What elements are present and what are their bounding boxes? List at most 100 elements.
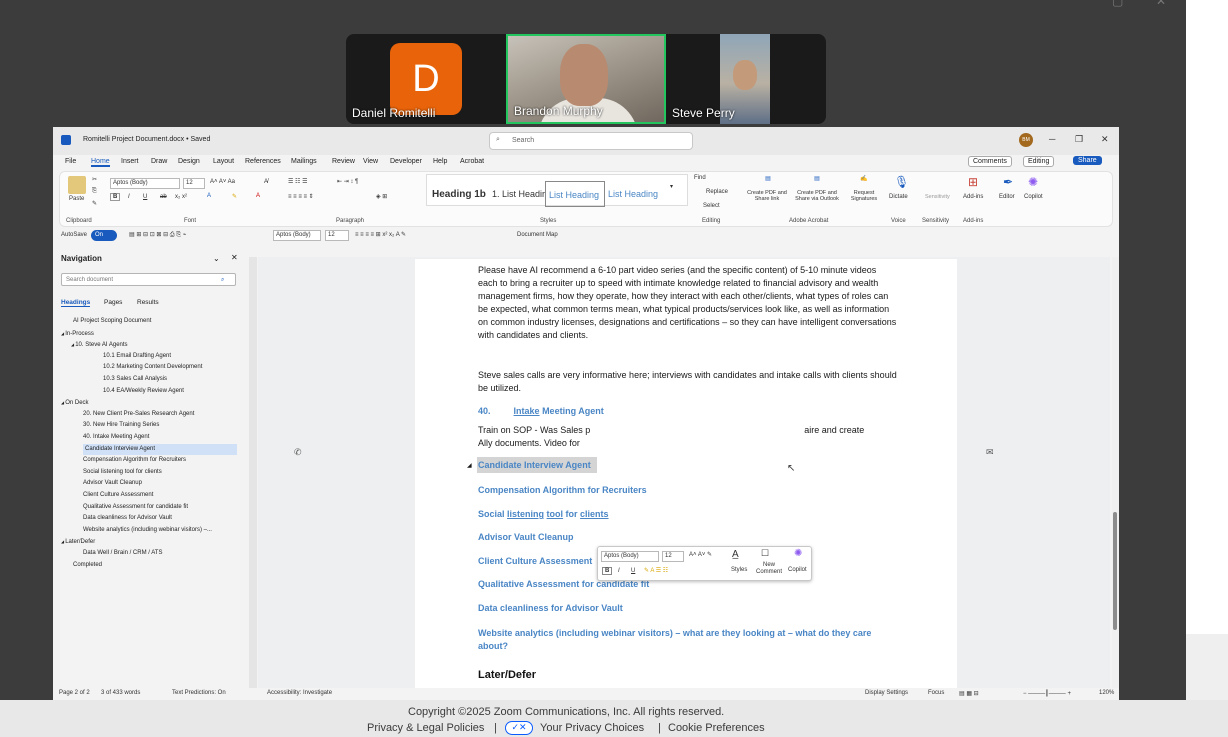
nav-heading-item[interactable]: Compensation Algorithm for Recruiters — [83, 455, 186, 466]
nav-heading-item[interactable]: 20. New Client Pre-Sales Research Agent — [83, 409, 194, 420]
underline-button[interactable]: U — [143, 194, 147, 200]
bullets-icon[interactable]: ☰ ☷ ☰ — [288, 178, 307, 185]
editing-mode-button[interactable]: Editing — [1023, 156, 1055, 167]
dictate-button[interactable]: Dictate — [889, 194, 908, 200]
font-color-icon[interactable]: A — [256, 193, 260, 199]
restore-icon[interactable]: ❐ — [1075, 134, 1083, 145]
style-list-heading-2[interactable]: List Heading — [605, 181, 665, 207]
nav-heading-item[interactable]: Data cleanliness for Advisor Vault — [83, 513, 172, 524]
nav-heading-item[interactable]: ◢ 10. Steve AI Agents — [71, 339, 128, 350]
nav-heading-item[interactable]: 40. Intake Meeting Agent — [83, 432, 149, 443]
accessibility-status[interactable]: Accessibility: Investigate — [267, 690, 332, 696]
copilot-button[interactable]: Copilot — [1024, 194, 1043, 200]
clear-format-icon[interactable]: A̸ — [264, 179, 268, 185]
nav-heading-item[interactable]: 10.3 Sales Call Analysis — [103, 374, 167, 385]
font-name-select[interactable]: Aptos (Body) — [110, 178, 180, 189]
share-button[interactable]: Share — [1073, 156, 1102, 165]
paste-button[interactable]: Paste — [69, 196, 84, 202]
nav-heading-item[interactable]: Completed — [73, 560, 102, 571]
editor-button[interactable]: Editor — [999, 194, 1015, 200]
style-list-heading[interactable]: 1. List Headir — [489, 181, 545, 207]
maximize-icon[interactable]: ▢ — [1112, 0, 1123, 8]
collapse-caret-icon[interactable]: ◢ — [467, 462, 472, 469]
mini-bold-button[interactable]: B — [602, 567, 613, 575]
tab-view[interactable]: View — [363, 158, 378, 165]
participant-tile-active-speaker[interactable]: Brandon Murphy — [506, 34, 666, 124]
tab-design[interactable]: Design — [178, 158, 200, 165]
nav-heading-item[interactable]: ◢ Later/Defer — [61, 536, 95, 547]
tab-references[interactable]: References — [245, 158, 281, 165]
subscript-button[interactable]: x₂ x² — [175, 194, 187, 200]
find-button[interactable]: Find — [694, 175, 706, 181]
nav-heading-item[interactable]: Qualitative Assessment for candidate fit — [83, 502, 188, 513]
tab-home[interactable]: Home — [91, 158, 110, 167]
tab-file[interactable]: File — [65, 158, 76, 165]
qat-font-size-select[interactable]: 12 — [325, 230, 349, 241]
close-icon[interactable]: ✕ — [1156, 0, 1166, 8]
cookie-preferences-link[interactable]: Cookie Preferences — [668, 722, 765, 734]
close-icon[interactable]: ✕ — [1101, 134, 1109, 145]
document-page[interactable]: Please have AI recommend a 6-10 part vid… — [415, 259, 957, 688]
zoom-slider[interactable]: − ────┃──── + — [1023, 690, 1071, 697]
page-count[interactable]: Page 2 of 2 — [59, 690, 90, 696]
tab-acrobat[interactable]: Acrobat — [460, 158, 484, 165]
text-predictions[interactable]: Text Predictions: On — [172, 690, 226, 696]
tab-review[interactable]: Review — [332, 158, 355, 165]
tab-insert[interactable]: Insert — [121, 158, 139, 165]
navigation-search-input[interactable]: Search document ⌕ — [61, 273, 236, 286]
sensitivity-button[interactable]: Sensitivity — [925, 194, 950, 200]
addins-button[interactable]: Add-ins — [963, 194, 983, 200]
nav-heading-item[interactable]: ◢ In-Process — [61, 328, 94, 339]
search-input[interactable]: ⌕ Search — [489, 132, 693, 150]
privacy-legal-link[interactable]: Privacy & Legal Policies — [367, 722, 484, 734]
mini-font-size-select[interactable]: 12 — [662, 551, 684, 562]
minimize-icon[interactable]: ─ — [1049, 134, 1055, 144]
copy-icon[interactable]: ⎘ — [92, 188, 97, 195]
tab-mailings[interactable]: Mailings — [291, 158, 317, 165]
new-comment-button[interactable]: New Comment — [755, 562, 783, 576]
document-map-toggle[interactable]: Document Map — [517, 232, 558, 238]
request-signatures-button[interactable]: Request Signatures — [845, 190, 883, 202]
create-pdf-outlook-button[interactable]: Create PDF and Share via Outlook — [791, 190, 843, 202]
mini-font-name-select[interactable]: Aptos (Body) — [601, 551, 659, 562]
nav-heading-item[interactable]: Website analytics (including webinar vis… — [83, 525, 212, 536]
mini-grow-icons[interactable]: A˄ A˅ ✎ — [689, 551, 712, 558]
tab-layout[interactable]: Layout — [213, 158, 234, 165]
text-effects-icon[interactable]: A — [207, 193, 211, 199]
nav-heading-item[interactable]: Data Well / Brain / CRM / ATS — [83, 548, 162, 559]
nav-heading-item[interactable]: 10.1 Email Drafting Agent — [103, 351, 171, 362]
participant-tile[interactable]: Steve Perry — [666, 34, 826, 124]
replace-button[interactable]: Replace — [706, 189, 728, 195]
highlight-icon[interactable]: ✎ — [232, 193, 237, 200]
nav-heading-item[interactable]: AI Project Scoping Document — [73, 316, 151, 327]
shading-icon[interactable]: ◈ ⊞ — [376, 193, 387, 200]
nav-heading-item[interactable]: ◢ On Deck — [61, 397, 89, 408]
comment-margin-icon[interactable]: ✆ — [294, 447, 302, 458]
zoom-level[interactable]: 120% — [1099, 690, 1114, 696]
tab-draw[interactable]: Draw — [151, 158, 167, 165]
autosave-toggle[interactable]: On — [91, 230, 117, 241]
nav-heading-item[interactable]: 30. New Hire Training Series — [83, 420, 159, 431]
grow-font-icon[interactable]: A˄ A˅ Aa — [210, 179, 235, 185]
focus-button[interactable]: Focus — [928, 690, 944, 696]
tab-pages[interactable]: Pages — [104, 299, 122, 306]
bold-button[interactable]: B — [110, 193, 121, 201]
heading-candidate-interview-agent-selected[interactable]: Candidate Interview Agent — [477, 457, 597, 473]
italic-button[interactable]: I — [128, 194, 130, 200]
view-mode-icons[interactable]: ▤ ▦ ⊟ — [959, 690, 979, 697]
align-icons[interactable]: ≡ ≡ ≡ ≡ ⇕ — [288, 193, 314, 200]
mini-italic-button[interactable]: I — [618, 568, 620, 574]
select-button[interactable]: Select — [703, 203, 720, 209]
comments-button[interactable]: Comments — [968, 156, 1012, 167]
nav-heading-item[interactable]: 10.2 Marketing Content Development — [103, 362, 202, 373]
tab-results[interactable]: Results — [137, 299, 159, 306]
tab-help[interactable]: Help — [433, 158, 447, 165]
qat-format-icons[interactable]: ≡ ≡ ≡ ≡ ⊞ x² x₂ A ✎ — [355, 231, 406, 238]
styles-more-icon[interactable]: ▾ — [670, 183, 673, 190]
toolbar-icons[interactable]: ▤ ⊞ ⊟ ⊡ ⊠ ⊟ ⎙ ⎘ ⌁ — [129, 231, 186, 239]
close-icon[interactable]: ✕ — [231, 253, 238, 262]
mini-highlight-icon[interactable]: ✎ A ☰ ☷ — [644, 567, 668, 574]
qat-font-name-select[interactable]: Aptos (Body) — [273, 230, 321, 241]
comment-indicator-icon[interactable]: ✉ — [986, 447, 994, 458]
tab-headings[interactable]: Headings — [61, 299, 91, 307]
